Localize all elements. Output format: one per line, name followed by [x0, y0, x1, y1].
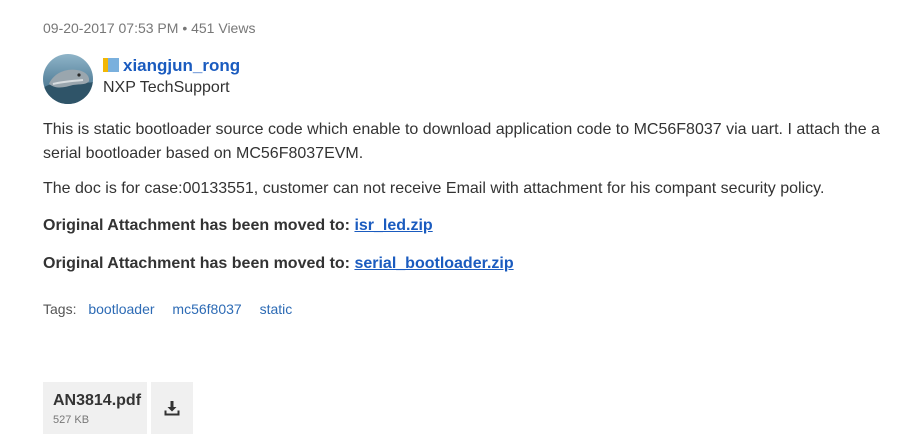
body-paragraph-1: This is static bootloader source code wh… [43, 121, 880, 162]
download-icon [164, 401, 180, 416]
attachment-info[interactable]: AN3814.pdf 527 KB [43, 382, 147, 434]
author-name-link[interactable]: xiangjun_rong [123, 56, 240, 75]
moved-attachment-line-1: Original Attachment has been moved to: i… [43, 214, 893, 238]
author-name-row: xiangjun_rong [103, 56, 240, 76]
attachment-card: AN3814.pdf 527 KB [43, 382, 193, 434]
tags-label: Tags: [43, 301, 77, 317]
serial-bootloader-zip-link[interactable]: serial_bootloader.zip [354, 255, 513, 272]
body-paragraph-2: The doc is for case:00133551, customer c… [43, 180, 825, 197]
avatar[interactable] [43, 54, 93, 104]
tag-static[interactable]: static [260, 301, 293, 317]
rank-badge-icon [103, 57, 119, 73]
moved-attachment-line-2: Original Attachment has been moved to: s… [43, 252, 893, 276]
download-button[interactable] [151, 382, 193, 434]
avatar-image [43, 54, 93, 104]
attachment-name: AN3814.pdf [53, 392, 142, 409]
author-rank: NXP TechSupport [103, 79, 230, 96]
tag-bootloader[interactable]: bootloader [88, 301, 154, 317]
attachment-size: 527 KB [53, 414, 90, 426]
isr-led-zip-link[interactable]: isr_led.zip [354, 217, 432, 234]
moved-attachment-label: Original Attachment has been moved to: [43, 217, 355, 234]
post-meta: 09-20-2017 07:53 PM • 451 Views [43, 20, 256, 36]
moved-attachment-label: Original Attachment has been moved to: [43, 255, 355, 272]
tags-row: Tags: bootloader mc56f8037 static [43, 301, 292, 317]
tag-mc56f8037[interactable]: mc56f8037 [172, 301, 241, 317]
